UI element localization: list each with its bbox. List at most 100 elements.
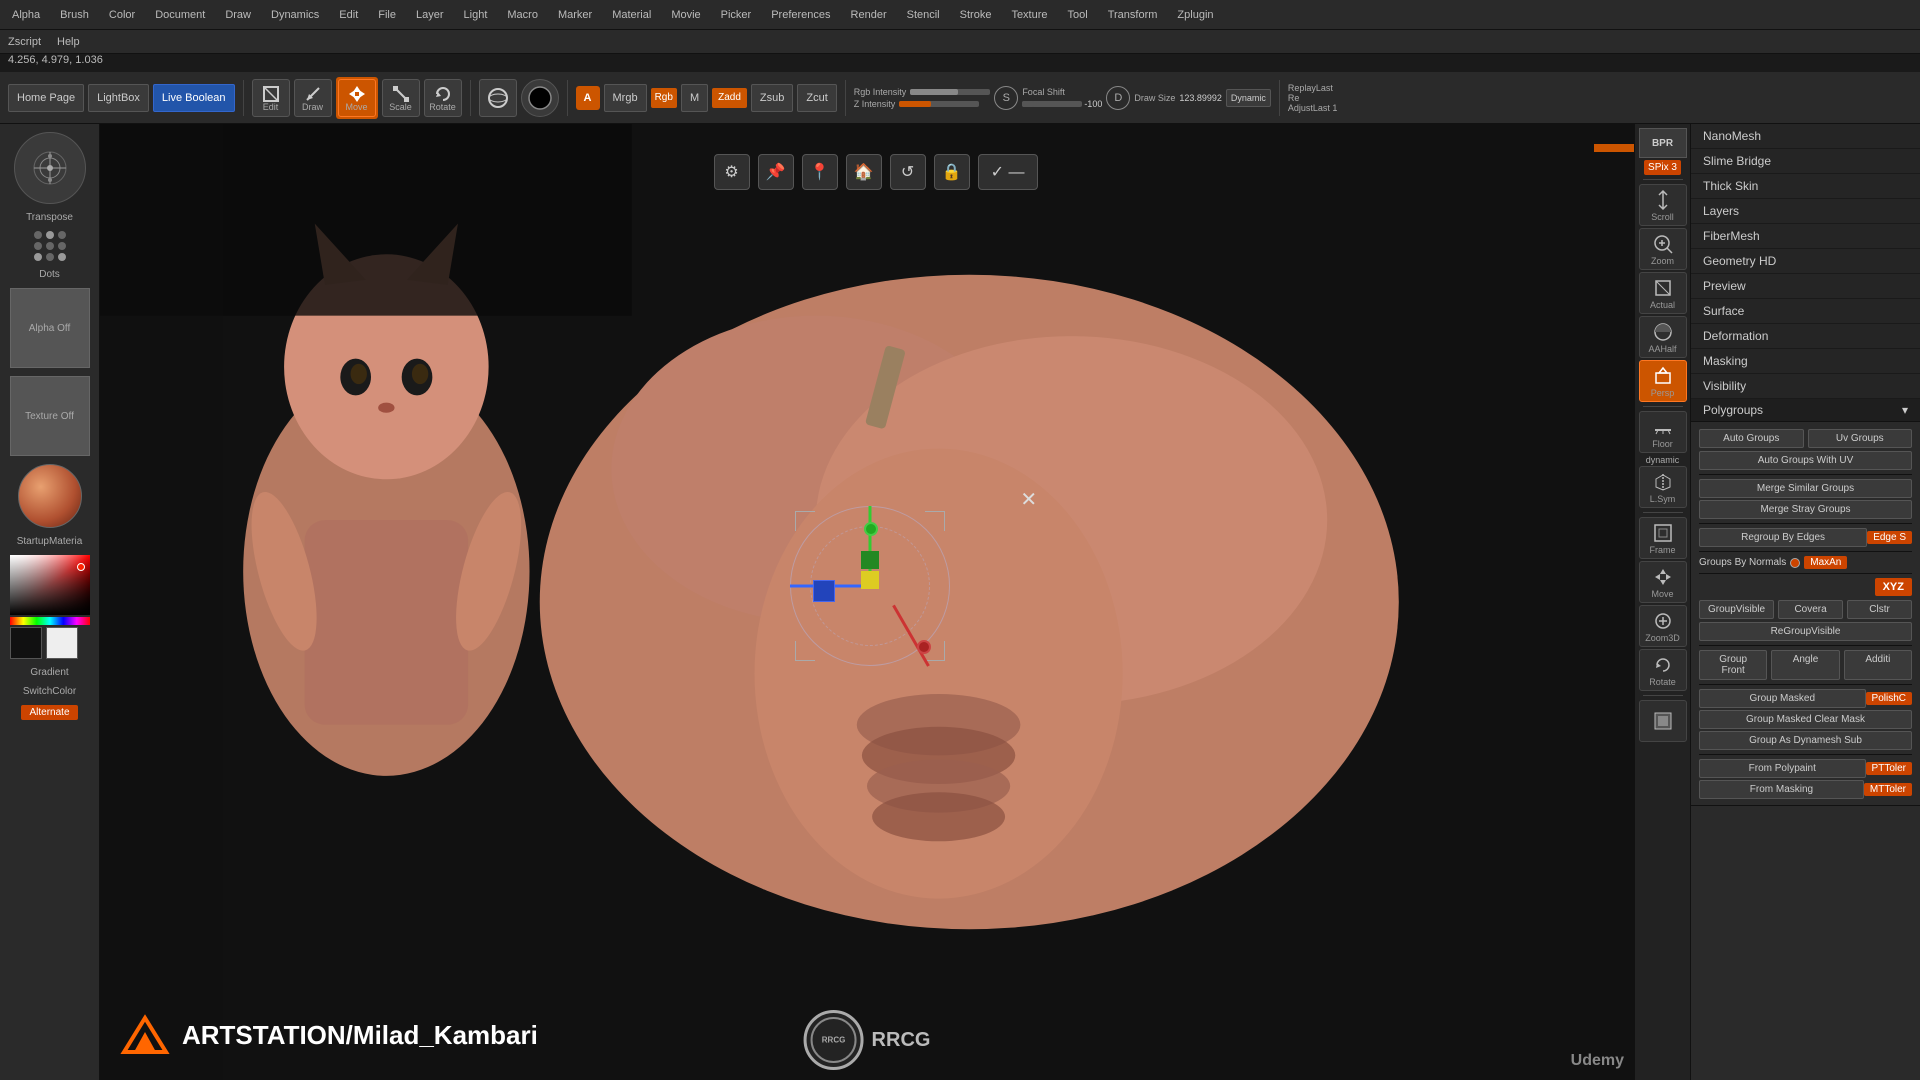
menu-zscript[interactable]: Zscript	[8, 36, 41, 48]
location-icon-button[interactable]: 📍	[802, 154, 838, 190]
zoom3d-button[interactable]: Zoom3D	[1639, 605, 1687, 647]
menu-transform[interactable]: Transform	[1104, 7, 1162, 23]
menu-zplugin[interactable]: Zplugin	[1173, 7, 1217, 23]
aahalf-button[interactable]: AAHalf	[1639, 316, 1687, 358]
actual-button[interactable]: Actual	[1639, 272, 1687, 314]
polygroups-section-header[interactable]: Polygroups ▾	[1691, 399, 1920, 422]
move-view-button[interactable]: Move	[1639, 561, 1687, 603]
lsym-button[interactable]: L.Sym	[1639, 466, 1687, 508]
draw-button[interactable]: Draw	[294, 79, 332, 117]
zadd-button[interactable]: Zadd	[712, 88, 747, 108]
menu-stroke[interactable]: Stroke	[956, 7, 996, 23]
edit-button[interactable]: Edit	[252, 79, 290, 117]
menu-picker[interactable]: Picker	[717, 7, 756, 23]
regroup-edges-button[interactable]: Regroup By Edges	[1699, 528, 1867, 547]
sphere-tool-button[interactable]	[479, 79, 517, 117]
home-icon-button[interactable]: 🏠	[846, 154, 882, 190]
preview-nav-item[interactable]: Preview	[1691, 274, 1920, 299]
merge-similar-button[interactable]: Merge Similar Groups	[1699, 479, 1912, 498]
polishc-value[interactable]: PolishC	[1866, 692, 1912, 705]
menu-color[interactable]: Color	[105, 7, 139, 23]
floor-button[interactable]: Floor	[1639, 411, 1687, 453]
menu-movie[interactable]: Movie	[667, 7, 704, 23]
group-visible-button[interactable]: GroupVisible	[1699, 600, 1774, 619]
live-boolean-button[interactable]: Live Boolean	[153, 84, 235, 112]
transpose-tool[interactable]	[14, 132, 86, 204]
fill-button[interactable]	[1639, 700, 1687, 742]
visibility-nav-item[interactable]: Visibility	[1691, 374, 1920, 399]
menu-document[interactable]: Document	[151, 7, 209, 23]
xyz-button[interactable]: XYZ	[1875, 578, 1912, 596]
clstr-button[interactable]: Clstr	[1847, 600, 1912, 619]
a-mode-button[interactable]: A	[576, 86, 600, 110]
nanomesh-nav-item[interactable]: NanoMesh	[1691, 124, 1920, 149]
auto-groups-with-uv-button[interactable]: Auto Groups With UV	[1699, 451, 1912, 470]
rgb-active-button[interactable]: Rgb	[651, 88, 677, 108]
gizmo-y-handle[interactable]	[861, 551, 879, 569]
uv-groups-button[interactable]: Uv Groups	[1808, 429, 1913, 448]
fibermesh-nav-item[interactable]: FiberMesh	[1691, 224, 1920, 249]
masking-nav-item[interactable]: Masking	[1691, 349, 1920, 374]
menu-preferences[interactable]: Preferences	[767, 7, 834, 23]
regroup-visible-button[interactable]: ReGroupVisible	[1699, 622, 1912, 641]
menu-tool[interactable]: Tool	[1064, 7, 1092, 23]
angle-button[interactable]: Angle	[1771, 650, 1839, 680]
switch-color-button[interactable]: SwitchColor	[23, 686, 76, 697]
home-page-button[interactable]: Home Page	[8, 84, 84, 112]
mrgb-button[interactable]: Mrgb	[604, 84, 647, 112]
transform-gizmo[interactable]	[790, 506, 950, 666]
menu-texture[interactable]: Texture	[1007, 7, 1051, 23]
brush-sphere-button[interactable]	[521, 79, 559, 117]
z-intensity-slider[interactable]	[899, 101, 979, 107]
menu-help[interactable]: Help	[57, 36, 80, 48]
alternate-button[interactable]: Alternate	[21, 705, 77, 720]
covera-button[interactable]: Covera	[1778, 600, 1843, 619]
group-front-button[interactable]: Group Front	[1699, 650, 1767, 680]
zoom-button[interactable]: Zoom	[1639, 228, 1687, 270]
dynamic-button[interactable]: Dynamic	[1226, 89, 1271, 107]
bpr-button[interactable]: BPR	[1639, 128, 1687, 158]
m-button[interactable]: M	[681, 84, 708, 112]
viewport[interactable]: ⚙ 📌 📍 🏠 ↺ 🔒 ✓ —	[100, 124, 1634, 1080]
rotate-view-button[interactable]: Rotate	[1639, 649, 1687, 691]
layers-nav-item[interactable]: Layers	[1691, 199, 1920, 224]
alpha-off-box[interactable]: Alpha Off	[10, 288, 90, 368]
slime-bridge-nav-item[interactable]: Slime Bridge	[1691, 149, 1920, 174]
rotate-button[interactable]: Rotate	[424, 79, 462, 117]
from-masking-button[interactable]: From Masking	[1699, 780, 1864, 799]
white-swatch[interactable]	[46, 627, 78, 659]
deformation-nav-item[interactable]: Deformation	[1691, 324, 1920, 349]
geometry-hd-nav-item[interactable]: Geometry HD	[1691, 249, 1920, 274]
ptoler-value[interactable]: PTToler	[1866, 762, 1912, 775]
frame-button[interactable]: Frame	[1639, 517, 1687, 559]
menu-material[interactable]: Material	[608, 7, 655, 23]
group-masked-clear-mask-button[interactable]: Group Masked Clear Mask	[1699, 710, 1912, 729]
menu-stencil[interactable]: Stencil	[903, 7, 944, 23]
black-swatch[interactable]	[10, 627, 42, 659]
lock-icon-button[interactable]: 🔒	[934, 154, 970, 190]
gizmo-z-handle[interactable]	[917, 640, 931, 654]
check-icon-button[interactable]: ✓ —	[978, 154, 1038, 190]
lightbox-button[interactable]: LightBox	[88, 84, 149, 112]
material-sphere[interactable]	[18, 464, 82, 528]
hue-bar[interactable]	[10, 617, 90, 625]
from-polypaint-button[interactable]: From Polypaint	[1699, 759, 1866, 778]
d-circle-button[interactable]: D	[1106, 86, 1130, 110]
merge-stray-button[interactable]: Merge Stray Groups	[1699, 500, 1912, 519]
menu-light[interactable]: Light	[460, 7, 492, 23]
max-an-value[interactable]: MaxAn	[1804, 556, 1847, 569]
undo-icon-button[interactable]: ↺	[890, 154, 926, 190]
menu-draw[interactable]: Draw	[221, 7, 255, 23]
group-as-dynamesh-button[interactable]: Group As Dynamesh Sub	[1699, 731, 1912, 750]
menu-layer[interactable]: Layer	[412, 7, 448, 23]
menu-macro[interactable]: Macro	[503, 7, 542, 23]
edge-s-value[interactable]: Edge S	[1867, 531, 1912, 544]
move-button[interactable]: Move	[338, 79, 376, 117]
gizmo-x-handle[interactable]	[813, 580, 835, 602]
pin-icon-button[interactable]: 📌	[758, 154, 794, 190]
rgb-intensity-slider[interactable]	[910, 89, 990, 95]
settings-icon-button[interactable]: ⚙	[714, 154, 750, 190]
color-gradient[interactable]	[10, 555, 90, 615]
groups-by-normals-radio[interactable]	[1790, 558, 1800, 568]
surface-nav-item[interactable]: Surface	[1691, 299, 1920, 324]
